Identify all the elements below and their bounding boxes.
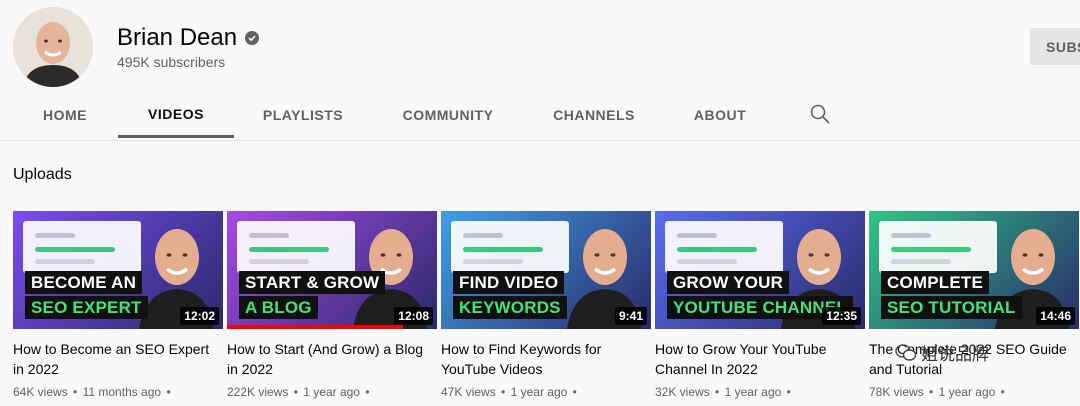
thumbnail-graphic	[237, 221, 355, 273]
meta-separator: •	[715, 385, 720, 399]
video-card[interactable]: GROW YOUR YOUTUBE CHANNEL 12:35 How to G…	[655, 211, 865, 399]
video-title[interactable]: How to Grow Your YouTube Channel In 2022	[655, 339, 865, 379]
video-card[interactable]: BECOME AN SEO EXPERT 12:02 How to Become…	[13, 211, 223, 399]
thumbnail-line: COMPLETE	[881, 271, 990, 294]
channel-name[interactable]: Brian Dean	[117, 24, 260, 52]
meta-separator: •	[293, 385, 298, 399]
thumbnail-text: FIND VIDEO KEYWORDS	[453, 271, 567, 319]
video-meta: 47K views • 1 year ago •	[441, 385, 651, 399]
channel-avatar[interactable]	[13, 7, 93, 87]
thumbnail-line: GROW YOUR	[667, 271, 790, 294]
thumbnail-line: KEYWORDS	[453, 296, 567, 319]
channel-tabs: HOME VIDEOS PLAYLISTS COMMUNITY CHANNELS…	[0, 92, 1080, 140]
video-duration: 12:08	[394, 307, 433, 325]
tab-home[interactable]: HOME	[26, 92, 104, 137]
video-card[interactable]: FIND VIDEO KEYWORDS 9:41 How to Find Key…	[441, 211, 651, 399]
thumbnail-line: START & GROW	[239, 271, 386, 294]
tab-playlists-label: PLAYLISTS	[262, 106, 344, 123]
tab-channels-label: CHANNELS	[553, 106, 635, 123]
meta-separator: •	[1000, 385, 1005, 399]
tab-community[interactable]: COMMUNITY	[388, 92, 508, 137]
section-title: Uploads	[13, 166, 72, 183]
watermark-text: 姐说品牌	[921, 345, 989, 364]
meta-separator: •	[929, 385, 934, 399]
video-thumbnail[interactable]: BECOME AN SEO EXPERT 12:02	[13, 211, 223, 329]
video-duration: 12:02	[180, 307, 219, 325]
tab-community-label: COMMUNITY	[402, 106, 494, 123]
header-divider	[0, 140, 1080, 141]
video-meta: 78K views • 1 year ago •	[869, 385, 1079, 399]
search-icon[interactable]	[808, 102, 832, 126]
tab-channels[interactable]: CHANNELS	[540, 92, 648, 137]
video-title[interactable]: How to Find Keywords for YouTube Videos	[441, 339, 651, 379]
meta-separator: •	[501, 385, 506, 399]
video-duration: 9:41	[614, 307, 647, 325]
meta-separator: •	[365, 385, 370, 399]
meta-separator: •	[166, 385, 171, 399]
meta-separator: •	[73, 385, 78, 399]
meta-separator: •	[786, 385, 791, 399]
channel-name-text[interactable]: Brian Dean	[117, 24, 237, 52]
video-views: 47K views	[441, 385, 496, 399]
video-meta: 222K views • 1 year ago •	[227, 385, 437, 399]
meta-separator: •	[572, 385, 577, 399]
watch-progress-bar	[227, 325, 404, 329]
video-card[interactable]: START & GROW A BLOG 12:08 How to Start (…	[227, 211, 437, 399]
video-age: 11 months ago	[82, 385, 162, 399]
video-thumbnail[interactable]: GROW YOUR YOUTUBE CHANNEL 12:35	[655, 211, 865, 329]
subscribe-button[interactable]: SUBS	[1030, 28, 1080, 65]
thumbnail-graphic	[879, 221, 997, 273]
thumbnail-graphic	[23, 221, 141, 273]
video-views: 222K views	[227, 385, 289, 399]
thumbnail-text: START & GROW A BLOG	[239, 271, 386, 319]
video-card[interactable]: COMPLETE SEO TUTORIAL 14:46 The Complete…	[869, 211, 1079, 399]
video-thumbnail[interactable]: COMPLETE SEO TUTORIAL 14:46	[869, 211, 1079, 329]
video-age: 1 year ago	[303, 385, 360, 399]
wechat-icon	[895, 343, 917, 361]
tab-videos[interactable]: VIDEOS	[118, 92, 234, 138]
subscriber-count: 495K subscribers	[117, 54, 226, 70]
tab-videos-label: VIDEOS	[148, 105, 204, 122]
thumbnail-line: BECOME AN	[25, 271, 143, 294]
video-thumbnail[interactable]: START & GROW A BLOG 12:08	[227, 211, 437, 329]
video-duration: 12:35	[822, 307, 861, 325]
tab-about[interactable]: ABOUT	[680, 92, 760, 137]
video-age: 1 year ago	[510, 385, 568, 399]
tab-about-label: ABOUT	[693, 106, 747, 123]
thumbnail-line: FIND VIDEO	[453, 271, 565, 294]
tab-home-label: HOME	[43, 106, 87, 123]
thumbnail-graphic	[665, 221, 783, 273]
video-age: 1 year ago	[938, 385, 996, 399]
video-title[interactable]: How to Start (And Grow) a Blog in 2022	[227, 339, 437, 379]
watermark: 姐说品牌	[895, 340, 989, 365]
video-title[interactable]: How to Become an SEO Expert in 2022	[13, 339, 223, 379]
thumbnail-line: SEO TUTORIAL	[881, 296, 1022, 319]
video-views: 64K views	[13, 385, 68, 399]
thumbnail-text: COMPLETE SEO TUTORIAL	[881, 271, 1022, 319]
video-views: 78K views	[869, 385, 924, 399]
tab-playlists[interactable]: PLAYLISTS	[250, 92, 356, 137]
thumbnail-line: A BLOG	[239, 296, 318, 319]
video-meta: 64K views • 11 months ago •	[13, 385, 223, 399]
video-duration: 14:46	[1036, 307, 1075, 325]
thumbnail-line: SEO EXPERT	[25, 296, 148, 319]
video-views: 32K views	[655, 385, 710, 399]
verified-badge-icon	[245, 31, 260, 45]
video-thumbnail[interactable]: FIND VIDEO KEYWORDS 9:41	[441, 211, 651, 329]
thumbnail-text: BECOME AN SEO EXPERT	[25, 271, 148, 319]
video-meta: 32K views • 1 year ago •	[655, 385, 865, 399]
video-age: 1 year ago	[724, 385, 782, 399]
thumbnail-graphic	[451, 221, 569, 273]
